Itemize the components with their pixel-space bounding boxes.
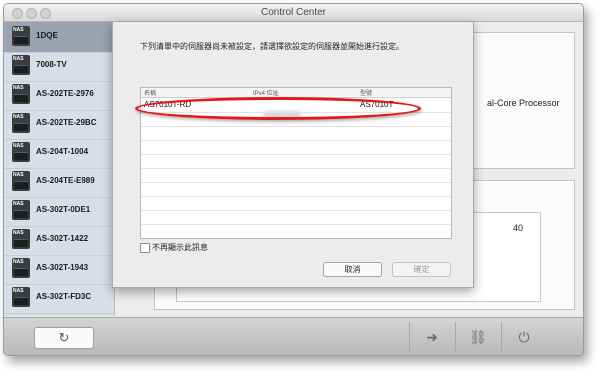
nas-device-icon: NAS [12, 26, 30, 46]
status-value: 40 [513, 223, 524, 233]
row-divider [141, 168, 451, 169]
row-divider [141, 196, 451, 197]
row-divider [141, 182, 451, 183]
confirm-button[interactable]: 確定 [392, 262, 451, 277]
row-divider [141, 126, 451, 127]
highlight-annotation [135, 97, 421, 120]
power-icon: ⏻ [518, 329, 530, 345]
title-bar: Control Center [4, 4, 583, 22]
control-center-window: Control Center NAS 1DQE NAS 7008-TV NAS … [3, 3, 584, 356]
server-table: 名稱 IPv4 位址 型號 AS7010T-RD AS7010T [135, 87, 452, 239]
connect-button[interactable]: ➜ [412, 326, 452, 348]
nas-device-icon: NAS [12, 55, 30, 75]
nas-device-icon: NAS [12, 200, 30, 220]
arrow-right-icon: ➜ [426, 329, 438, 345]
unconfigured-servers-dialog: 下列清單中的伺服器尚未被設定，請選擇欲設定的伺服器並開始進行設定。 名稱 IPv… [112, 21, 474, 288]
link-icon: ⛓ [469, 329, 487, 345]
column-header-name[interactable]: 名稱 [144, 88, 156, 97]
sidebar-item-as-204te-e989[interactable]: NAS AS-204TE-E989 [4, 167, 114, 198]
nas-device-icon: NAS [12, 113, 30, 133]
row-divider [141, 140, 451, 141]
nas-device-icon: NAS [12, 84, 30, 104]
window-title: Control Center [260, 7, 327, 18]
dont-show-again-checkbox[interactable] [140, 243, 150, 253]
sidebar-item-as-202te-2976[interactable]: NAS AS-202TE-2976 [4, 80, 114, 111]
power-button[interactable]: ⏻ [504, 326, 544, 348]
sidebar-item-as-302t-1422[interactable]: NAS AS-302T-1422 [4, 225, 114, 256]
cancel-button[interactable]: 取消 [323, 262, 382, 277]
sidebar-item-7008-tv[interactable]: NAS 7008-TV [4, 51, 114, 82]
nas-device-icon: NAS [12, 171, 30, 191]
sidebar-item-label: AS-302T-1422 [36, 234, 89, 243]
dont-show-again-label: 不再顯示此訊息 [152, 243, 208, 252]
nas-device-icon: NAS [12, 287, 30, 307]
nas-device-icon: NAS [12, 258, 30, 278]
toolbar-separator [409, 322, 410, 352]
toolbar-separator [455, 322, 456, 352]
refresh-icon: ↻ [58, 330, 70, 345]
sidebar-item-label: AS-204TE-E989 [36, 176, 95, 185]
nas-device-icon: NAS [12, 142, 30, 162]
sidebar-item-label: 7008-TV [36, 60, 67, 69]
sidebar-item-label: AS-204T-1004 [36, 147, 89, 156]
column-header-ipv4[interactable]: IPv4 位址 [253, 88, 279, 97]
sidebar-item-label: AS-202TE-29BC [36, 118, 97, 127]
toolbar-separator [501, 322, 502, 352]
sidebar-item-label: AS-202TE-2976 [36, 89, 94, 98]
row-divider [141, 210, 451, 211]
column-header-model[interactable]: 型號 [360, 88, 372, 97]
sidebar-item-as-302t-0de1[interactable]: NAS AS-302T-0DE1 [4, 196, 114, 227]
sidebar-item-label: AS-302T-1943 [36, 263, 89, 272]
sidebar-item-label: AS-302T-0DE1 [36, 205, 91, 214]
sidebar-item-label: AS-302T-FD3C [36, 292, 92, 301]
row-divider [141, 224, 451, 225]
sidebar-item-as-202te-29bc[interactable]: NAS AS-202TE-29BC [4, 109, 114, 140]
dialog-message: 下列清單中的伺服器尚未被設定，請選擇欲設定的伺服器並開始進行設定。 [140, 42, 404, 51]
cpu-text: al-Core Processor [487, 98, 560, 108]
sidebar-item-1dqe[interactable]: NAS 1DQE [4, 22, 114, 53]
sidebar-item-label: 1DQE [36, 31, 58, 40]
link-button[interactable]: ⛓ [458, 326, 498, 348]
bottom-toolbar: ↻ ➜ ⛓ ⏻ [4, 317, 583, 355]
sidebar-item-as-302t-fd3c[interactable]: NAS AS-302T-FD3C [4, 283, 114, 314]
row-divider [141, 154, 451, 155]
refresh-button[interactable]: ↻ [34, 327, 94, 349]
server-sidebar: NAS 1DQE NAS 7008-TV NAS AS-202TE-2976 N… [4, 22, 115, 316]
sidebar-item-as-204t-1004[interactable]: NAS AS-204T-1004 [4, 138, 114, 169]
sidebar-item-as-302t-1943[interactable]: NAS AS-302T-1943 [4, 254, 114, 285]
nas-device-icon: NAS [12, 229, 30, 249]
